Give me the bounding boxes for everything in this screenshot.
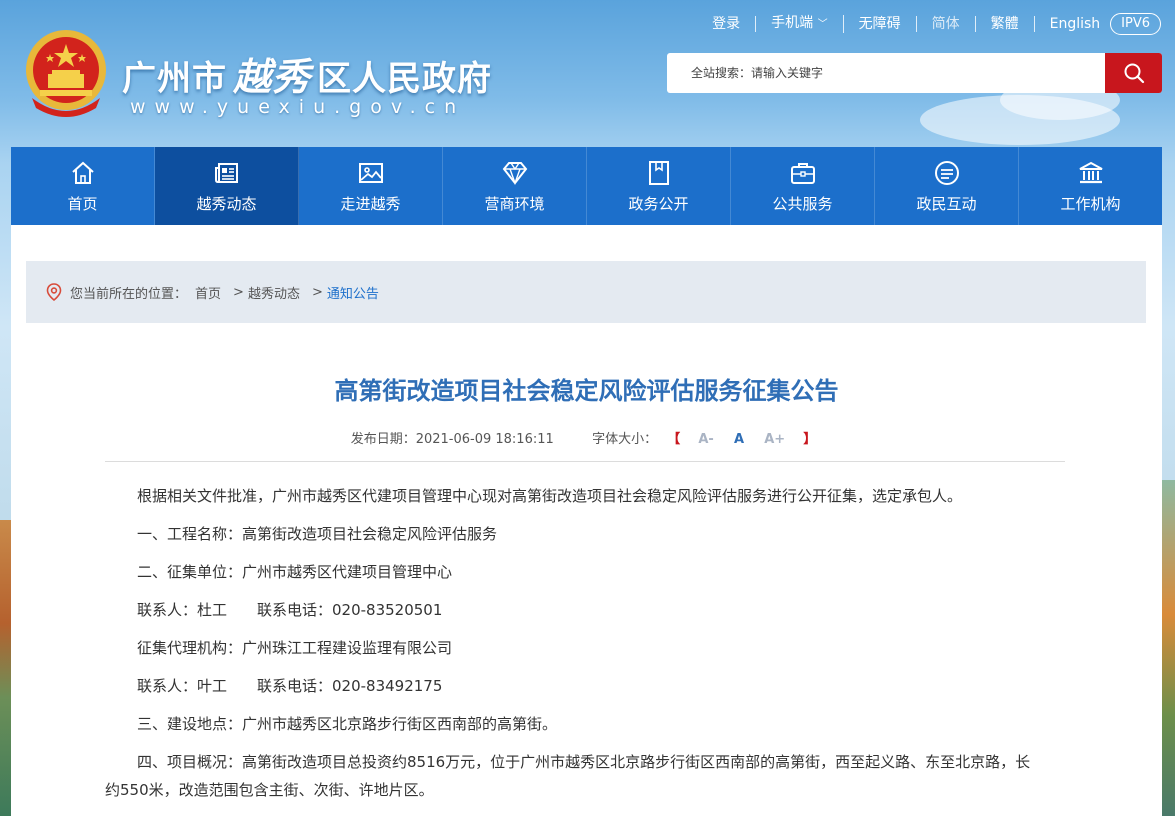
nav-item-label: 营商环境 xyxy=(484,194,545,213)
article-paragraph: 联系人：杜工 联系电话：020-83520501 xyxy=(137,601,443,619)
article-paragraph: 征集代理机构：广州珠江工程建设监理有限公司 xyxy=(137,639,453,657)
breadcrumb-prefix: 您当前所在的位置： xyxy=(70,286,188,302)
search-button[interactable] xyxy=(1105,53,1162,93)
nav-item-label: 政务公开 xyxy=(628,194,689,213)
mobile-label: 手机端 xyxy=(771,15,814,31)
breadcrumb-current[interactable]: 通知公告 xyxy=(327,283,379,302)
chat-icon xyxy=(934,160,959,185)
nav-item-news[interactable]: 越秀动态 xyxy=(155,147,299,231)
article-paragraph: 三、建设地点：广州市越秀区北京路步行街区西南部的高第街。 xyxy=(137,715,558,733)
nav-item-home[interactable]: 首页 xyxy=(11,147,155,225)
divider xyxy=(105,461,1065,462)
site-header: 广州市 越秀 区人民政府 www.yuexiu.gov.cn 登录 手机端 ﹀ 无障… xyxy=(0,0,1175,147)
news-icon xyxy=(214,162,238,183)
publish-date-label: 发布日期： xyxy=(350,432,416,447)
search-bar xyxy=(667,53,1162,93)
article-paragraph: 联系人：叶工 联系电话：020-83492175 xyxy=(137,677,443,695)
nav-item-gov-affairs[interactable]: 政务公开 xyxy=(587,147,731,225)
nav-item-business[interactable]: 营商环境 xyxy=(443,147,587,225)
content-panel: 您当前所在的位置： 首页 > 越秀动态 > 通知公告 高第街改造项目社会稳定风险… xyxy=(11,225,1162,816)
article-body: 根据相关文件批准，广州市越秀区代建项目管理中心现对高第街改造项目社会稳定风险评估… xyxy=(105,477,1045,804)
font-smaller-button[interactable]: A- xyxy=(698,432,713,447)
font-default-button[interactable]: A xyxy=(734,432,744,447)
nav-item-about[interactable]: 走进越秀 xyxy=(299,147,443,225)
breadcrumb-level1[interactable]: 越秀动态 xyxy=(248,283,300,302)
search-icon xyxy=(1124,63,1144,84)
bracket-close: 】 xyxy=(803,432,817,447)
accessibility-link[interactable]: 无障碍 xyxy=(844,16,917,32)
article-meta: 发布日期：2021-06-09 18:16:11 字体大小： 【 A- A A+… xyxy=(11,428,1162,447)
document-icon xyxy=(648,160,669,185)
nav-item-public-service[interactable]: 公共服务 xyxy=(731,147,875,225)
nav-item-label: 工作机构 xyxy=(1060,194,1121,213)
nav-item-label: 首页 xyxy=(67,194,98,213)
home-icon xyxy=(71,161,94,184)
article-paragraph: 二、征集单位：广州市越秀区代建项目管理中心 xyxy=(137,563,453,581)
location-pin-icon xyxy=(46,283,62,301)
nav-item-label: 政民互动 xyxy=(916,194,977,213)
nav-item-organizations[interactable]: 工作机构 xyxy=(1019,147,1162,225)
chevron-down-icon: ﹀ xyxy=(817,19,828,30)
article-paragraph: 四、项目概况：高第街改造项目总投资约8516万元，位于广州市越秀区北京路步行街区… xyxy=(105,753,1031,799)
site-title-calligraphy: 越秀 xyxy=(233,54,312,99)
picture-icon xyxy=(358,162,383,183)
breadcrumb-separator: > xyxy=(311,284,323,300)
article-title: 高第街改造项目社会稳定风险评估服务征集公告 xyxy=(334,377,839,405)
nav-item-interaction[interactable]: 政民互动 xyxy=(875,147,1019,225)
mobile-link[interactable]: 手机端 ﹀ xyxy=(756,15,844,33)
english-link[interactable]: English xyxy=(1035,16,1111,32)
national-emblem-icon[interactable] xyxy=(22,28,110,120)
site-title[interactable]: 广州市 越秀 区人民政府 xyxy=(122,46,492,101)
site-title-part1: 广州市 xyxy=(122,59,227,99)
nav-item-label: 越秀动态 xyxy=(196,194,257,213)
building-icon xyxy=(1079,161,1102,183)
simplified-chinese-link[interactable]: 简体 xyxy=(917,16,976,32)
breadcrumb-separator: > xyxy=(233,284,244,300)
top-utility-nav: 登录 手机端 ﹀ 无障碍 简体 繁體 English IPV6 xyxy=(697,12,1161,36)
breadcrumb-home[interactable]: 首页 xyxy=(195,283,221,302)
breadcrumb: 您当前所在的位置： 首页 > 越秀动态 > 通知公告 xyxy=(26,261,1146,323)
article-paragraph: 一、工程名称：高第街改造项目社会稳定风险评估服务 xyxy=(137,525,498,543)
article-paragraph: 根据相关文件批准，广州市越秀区代建项目管理中心现对高第街改造项目社会稳定风险评估… xyxy=(137,487,963,505)
bracket-open: 【 xyxy=(667,432,681,447)
font-larger-button[interactable]: A+ xyxy=(764,432,785,447)
search-input[interactable] xyxy=(667,53,1105,93)
nav-item-label: 公共服务 xyxy=(772,194,833,213)
main-nav: 首页 越秀动态 走进越秀 营商环境 政务公开 公共服务 政民互动 工作机构 xyxy=(11,147,1162,231)
diamond-icon xyxy=(502,161,527,185)
traditional-chinese-link[interactable]: 繁體 xyxy=(976,16,1035,32)
login-link[interactable]: 登录 xyxy=(697,16,757,32)
ipv6-badge[interactable]: IPV6 xyxy=(1110,13,1161,35)
briefcase-icon xyxy=(790,162,815,184)
nav-item-label: 走进越秀 xyxy=(340,194,401,213)
font-size-label: 字体大小： xyxy=(592,432,658,447)
site-url: www.yuexiu.gov.cn xyxy=(130,96,466,118)
publish-date: 2021-06-09 18:16:11 xyxy=(415,432,554,447)
site-title-part3: 区人民政府 xyxy=(317,59,493,99)
